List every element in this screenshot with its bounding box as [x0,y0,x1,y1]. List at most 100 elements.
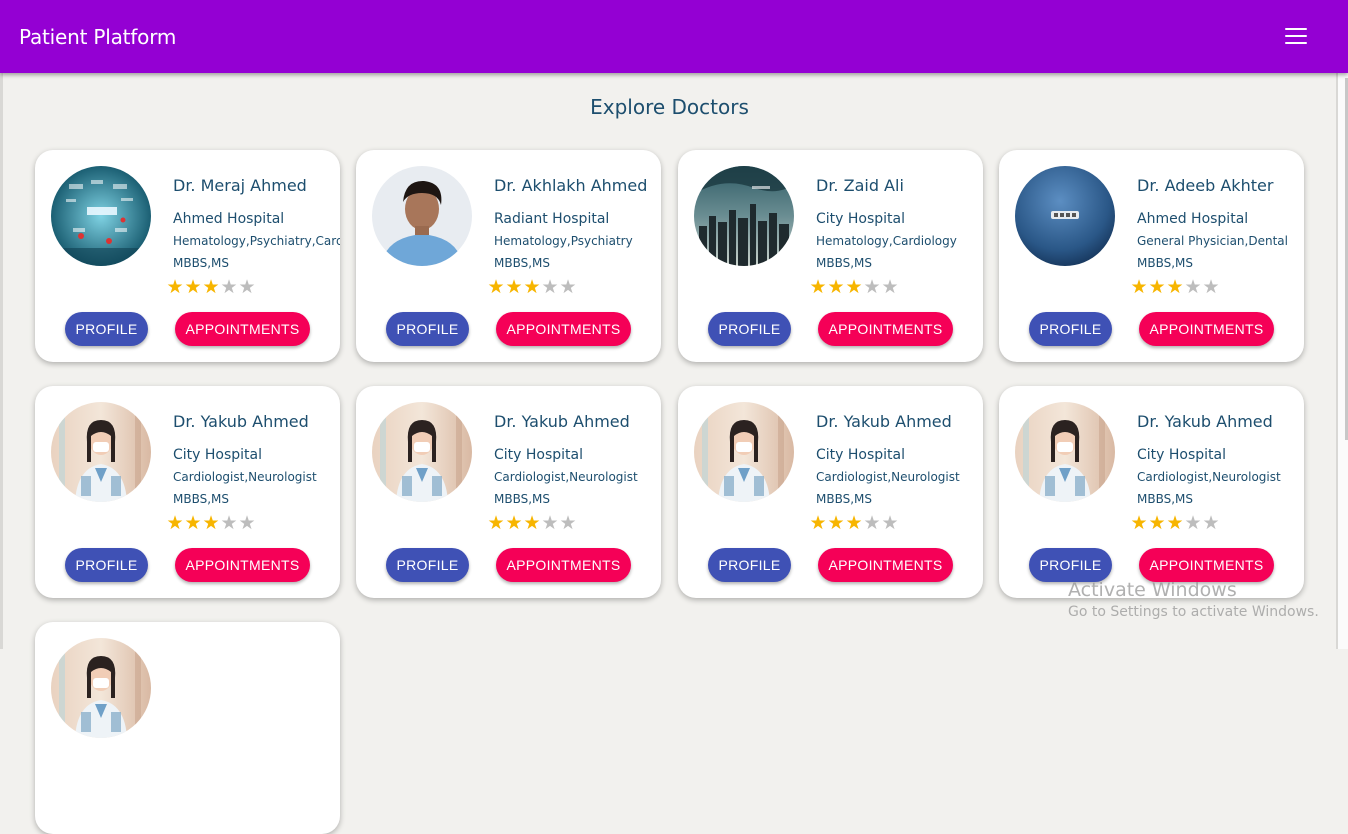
doctor-photo [694,166,794,266]
doctor-card: Dr. Akhlakh Ahmed Radiant Hospital Hematol… [356,150,661,362]
hospital-name: Radiant Hospital [494,211,610,227]
star-icon: ★ [1184,513,1202,534]
rating-stars: ★★★★★ [166,278,256,298]
star-icon: ★ [238,277,256,298]
star-icon: ★ [1130,513,1148,534]
star-icon: ★ [166,513,184,534]
app-bar: Patient Platform [0,0,1348,73]
doctor-name: Dr. Meraj Ahmed [173,176,307,195]
doctor-card: Dr. Yakub Ahmed City Hospital Cardiologist… [35,386,340,598]
appointments-button[interactable]: APPOINTMENTS [496,548,631,582]
star-icon: ★ [238,513,256,534]
star-icon: ★ [809,513,827,534]
hospital-name: Ahmed Hospital [1137,211,1249,227]
doctor-specialties: General Physician,Dental [1137,234,1288,248]
star-icon: ★ [827,277,845,298]
profile-button[interactable]: PROFILE [1029,312,1112,346]
star-icon: ★ [1184,277,1202,298]
doctor-photo [372,166,472,266]
star-icon: ★ [202,277,220,298]
profile-button[interactable]: PROFILE [386,312,469,346]
doctor-degree: MBBS,MS [494,492,551,506]
windows-activation-hint: Go to Settings to activate Windows. [1068,604,1319,620]
doctor-degree: MBBS,MS [173,256,230,270]
appointments-button[interactable]: APPOINTMENTS [818,312,953,346]
doctor-specialties: Cardiologist,Neurologist [173,470,317,484]
doctor-photo [1015,166,1115,266]
star-icon: ★ [166,277,184,298]
doctor-degree: MBBS,MS [1137,256,1194,270]
doctor-specialties: Hematology,Psychiatry,Cardiology [173,234,340,248]
doctor-photo [51,402,151,502]
app-title[interactable]: Patient Platform [19,25,176,49]
hospital-name: City Hospital [1137,447,1227,463]
star-icon: ★ [1166,277,1184,298]
doctor-card: Dr. Yakub Ahmed City Hospital Cardiologist… [356,386,661,598]
appointments-button[interactable]: APPOINTMENTS [496,312,631,346]
doctor-card: Dr. Yakub Ahmed City Hospital Cardiologist… [678,386,983,598]
doctor-photo [51,166,151,266]
doctor-degree: MBBS,MS [173,492,230,506]
doctor-degree: MBBS,MS [1137,492,1194,506]
profile-button[interactable]: PROFILE [1029,548,1112,582]
doctor-name: Dr. Zaid Ali [816,176,904,195]
star-icon: ★ [523,277,541,298]
star-icon: ★ [809,277,827,298]
profile-button[interactable]: PROFILE [708,312,791,346]
doctor-photo [51,638,151,738]
appointments-button[interactable]: APPOINTMENTS [175,312,310,346]
star-icon: ★ [220,277,238,298]
hamburger-icon[interactable] [1284,26,1310,46]
doctor-name: Dr. Yakub Ahmed [1137,412,1273,431]
rating-stars: ★★★★★ [1130,514,1220,534]
doctor-card: Dr. Meraj Ahmed Ahmed Hospital Hematology,… [35,150,340,362]
star-icon: ★ [220,513,238,534]
appointments-button[interactable]: APPOINTMENTS [1139,548,1274,582]
doctor-card: Dr. Yakub Ahmed City Hospital Cardiologist… [999,386,1304,598]
doctor-card: Dr. Adeeb Akhter Ahmed Hospital General Ph… [999,150,1304,362]
doctor-specialties: Cardiologist,Neurologist [816,470,960,484]
content-border-left [0,73,3,649]
star-icon: ★ [505,277,523,298]
doctor-photo [694,402,794,502]
star-icon: ★ [184,513,202,534]
star-icon: ★ [827,513,845,534]
star-icon: ★ [559,513,577,534]
doctor-name: Dr. Adeeb Akhter [1137,176,1274,195]
appointments-button[interactable]: APPOINTMENTS [818,548,953,582]
star-icon: ★ [487,277,505,298]
profile-button[interactable]: PROFILE [65,312,148,346]
appointments-button[interactable]: APPOINTMENTS [175,548,310,582]
star-icon: ★ [505,513,523,534]
page-title: Explore Doctors [590,95,749,119]
profile-button[interactable]: PROFILE [65,548,148,582]
profile-button[interactable]: PROFILE [708,548,791,582]
rating-stars: ★★★★★ [1130,278,1220,298]
star-icon: ★ [1202,277,1220,298]
doctor-name: Dr. Yakub Ahmed [816,412,952,431]
star-icon: ★ [863,513,881,534]
doctor-photo [1015,402,1115,502]
hospital-name: City Hospital [173,447,263,463]
windows-activation-title: Activate Windows [1068,579,1237,601]
doctor-card: Dr. Zaid Ali City Hospital Hematology,Card… [678,150,983,362]
rating-stars: ★★★★★ [166,514,256,534]
hospital-name: City Hospital [494,447,584,463]
doctor-degree: MBBS,MS [494,256,551,270]
doctor-name: Dr. Yakub Ahmed [173,412,309,431]
rating-stars: ★★★★★ [809,278,899,298]
star-icon: ★ [1130,277,1148,298]
doctor-degree: MBBS,MS [816,492,873,506]
appointments-button[interactable]: APPOINTMENTS [1139,312,1274,346]
star-icon: ★ [845,277,863,298]
doctor-specialties: Hematology,Cardiology [816,234,957,248]
doctor-specialties: Cardiologist,Neurologist [1137,470,1281,484]
star-icon: ★ [487,513,505,534]
star-icon: ★ [184,277,202,298]
star-icon: ★ [559,277,577,298]
profile-button[interactable]: PROFILE [386,548,469,582]
doctor-card [35,622,340,834]
star-icon: ★ [1148,513,1166,534]
star-icon: ★ [1148,277,1166,298]
doctor-degree: MBBS,MS [816,256,873,270]
